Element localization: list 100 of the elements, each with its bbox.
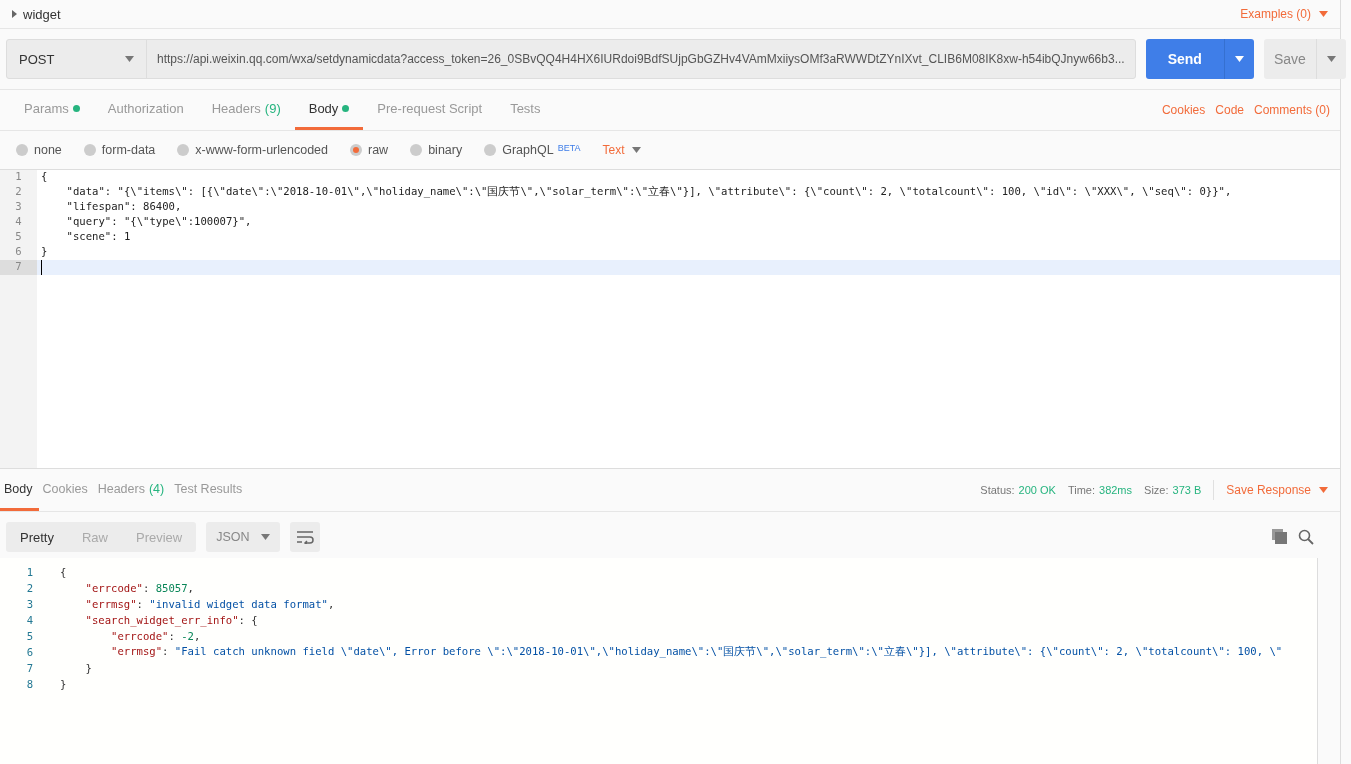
code-line: "errmsg": "Fail catch unknown field \"date\", Error before \":\"2018-10-01\",\"holiday_name\":\"国庆节\",\"solar_term\":\"立春\"}], \"attribute\": {\"count\": 2, \"totalcount\": 100, \" bbox=[110, 645, 1283, 659]
caret-icon bbox=[1326, 56, 1336, 62]
request-tab[interactable]: Body bbox=[294, 90, 364, 130]
code-line: { bbox=[40, 170, 48, 184]
line-number: 3 bbox=[25, 598, 35, 610]
option-label: form-data bbox=[101, 143, 156, 157]
request-name: widget bbox=[23, 6, 61, 22]
code-line: { bbox=[60, 566, 67, 578]
format-label: Text bbox=[602, 143, 625, 157]
radio-button[interactable] bbox=[410, 144, 423, 156]
beta-label: BETA bbox=[557, 143, 581, 153]
option-label: GraphQL bbox=[502, 143, 554, 157]
caret-icon bbox=[632, 147, 642, 153]
body-type-option[interactable]: binary bbox=[410, 143, 463, 157]
request-tab[interactable]: Params bbox=[10, 90, 94, 130]
tab-label: Body bbox=[4, 481, 33, 496]
line-number: 7 bbox=[25, 662, 35, 674]
method-label: POST bbox=[19, 51, 55, 67]
code-line: "errcode": -2, bbox=[110, 630, 201, 642]
caret-icon bbox=[125, 56, 134, 62]
status-value: 382ms bbox=[1099, 484, 1133, 496]
code-line: } bbox=[84, 662, 92, 674]
tab-label: Authorization bbox=[107, 101, 184, 116]
line-number: 1 bbox=[25, 566, 35, 578]
response-format-dropdown[interactable]: JSON bbox=[206, 522, 281, 552]
code-editor[interactable] bbox=[0, 170, 1340, 469]
view-mode-button[interactable]: Pretty bbox=[6, 522, 68, 552]
tab-count: (4) bbox=[148, 481, 165, 496]
tab-label: Headers bbox=[97, 481, 145, 496]
tab-label: Headers bbox=[211, 101, 261, 116]
status-label: Size: bbox=[1144, 484, 1169, 496]
status-value: 373 B bbox=[1172, 484, 1202, 496]
wrap-button[interactable] bbox=[290, 522, 321, 552]
response-tab[interactable]: Cookies bbox=[38, 469, 94, 511]
code-line: "errmsg": "invalid widget data format", bbox=[84, 598, 335, 610]
tab-label: Body bbox=[308, 101, 339, 116]
status-label: Time: bbox=[1067, 484, 1095, 496]
view-mode-button[interactable]: Raw bbox=[67, 522, 122, 552]
code-line: "data": "{\"items\": [{\"date\":\"2018-10-01\",\"holiday_name\":\"国庆节\",\"solar_term\":\"立春\"}], \"attribute\": {\"count\": 2, \"totalcount\": 100, \"id\": \"XXX\", \"seq\": 0}}", bbox=[65, 185, 1232, 200]
status-label: Status: bbox=[980, 484, 1015, 496]
tab-label: Test Results bbox=[174, 481, 243, 496]
caret-icon bbox=[1234, 56, 1244, 62]
code-line: "query": "{\"type\":100007}", bbox=[65, 215, 252, 229]
tab-label: Tests bbox=[510, 101, 541, 116]
line-number: 2 bbox=[25, 582, 35, 594]
code-line: "lifespan": 86400, bbox=[65, 200, 182, 214]
line-number: 7 bbox=[0, 260, 37, 275]
copy-icon[interactable] bbox=[1272, 529, 1288, 545]
examples-link[interactable]: Examples (0) bbox=[1240, 7, 1328, 21]
response-tab[interactable]: Body bbox=[0, 469, 39, 511]
radio-button[interactable] bbox=[350, 144, 362, 156]
save-response-label: Save Response bbox=[1226, 483, 1311, 497]
request-link[interactable]: Code bbox=[1215, 103, 1244, 117]
option-label: raw bbox=[368, 143, 389, 157]
radio-button[interactable] bbox=[83, 144, 96, 156]
radio-button[interactable] bbox=[177, 144, 190, 156]
response-tab[interactable]: Test Results bbox=[170, 469, 249, 511]
request-tab[interactable]: Pre-request Script bbox=[363, 90, 497, 130]
text-cursor bbox=[41, 260, 42, 275]
expand-icon[interactable] bbox=[12, 10, 17, 18]
response-tab[interactable]: Headers (4) bbox=[93, 469, 171, 511]
method-dropdown[interactable]: POST bbox=[7, 40, 147, 78]
option-label: none bbox=[34, 143, 62, 157]
search-icon[interactable] bbox=[1298, 529, 1314, 545]
tab-label: Params bbox=[24, 101, 69, 116]
caret-icon bbox=[261, 534, 271, 540]
body-type-option[interactable]: form-data bbox=[83, 143, 156, 157]
request-tab[interactable]: Tests bbox=[496, 90, 555, 130]
code-line: } bbox=[60, 678, 67, 690]
request-link[interactable]: Comments (0) bbox=[1254, 103, 1330, 117]
tab-label: Cookies bbox=[42, 481, 88, 496]
code-line: "search_widget_err_info": { bbox=[84, 614, 258, 626]
tab-count: (9) bbox=[264, 101, 281, 116]
wrap-icon bbox=[296, 530, 315, 544]
url-input[interactable]: https://api.weixin.qq.com/wxa/setdynamicdata?access_token=26_0SBvQQ4H4HX6IURdoi9BdfSUjpGbGZHv4VAmMxiiysOMf3aRWWDtZYnIXvt_CLIB6M08IK8xw-h54ibQJnyw66b3... bbox=[147, 40, 1135, 78]
request-tab[interactable]: Headers (9) bbox=[197, 90, 295, 130]
save-response-button[interactable]: Save Response bbox=[1226, 483, 1328, 497]
line-number: 8 bbox=[25, 678, 35, 690]
status-value: 200 OK bbox=[1018, 484, 1056, 496]
body-type-option[interactable]: GraphQL $^{BETA}$ bbox=[484, 143, 581, 157]
request-title[interactable]: widget bbox=[12, 6, 61, 22]
format-label: JSON bbox=[216, 530, 250, 544]
line-number: 4 bbox=[25, 614, 35, 626]
examples-label: Examples (0) bbox=[1240, 7, 1311, 21]
view-mode-button[interactable]: Preview bbox=[122, 522, 197, 552]
radio-button[interactable] bbox=[16, 144, 28, 156]
option-label: binary bbox=[428, 143, 463, 157]
body-type-option[interactable]: raw bbox=[350, 143, 389, 157]
code-line: } bbox=[40, 245, 48, 259]
code-line: "errcode": 85057, bbox=[84, 582, 194, 594]
request-tab[interactable]: Authorization bbox=[93, 90, 198, 130]
caret-icon bbox=[1319, 11, 1328, 17]
line-number: 5 bbox=[25, 630, 35, 642]
format-dropdown[interactable]: Text bbox=[602, 143, 642, 157]
code-line: "scene": 1 bbox=[65, 230, 131, 244]
request-link[interactable]: Cookies bbox=[1161, 103, 1206, 117]
caret-icon bbox=[1319, 487, 1328, 493]
radio-button[interactable] bbox=[484, 144, 497, 156]
body-type-option[interactable]: none bbox=[16, 143, 62, 157]
line-number: 6 bbox=[25, 646, 35, 658]
